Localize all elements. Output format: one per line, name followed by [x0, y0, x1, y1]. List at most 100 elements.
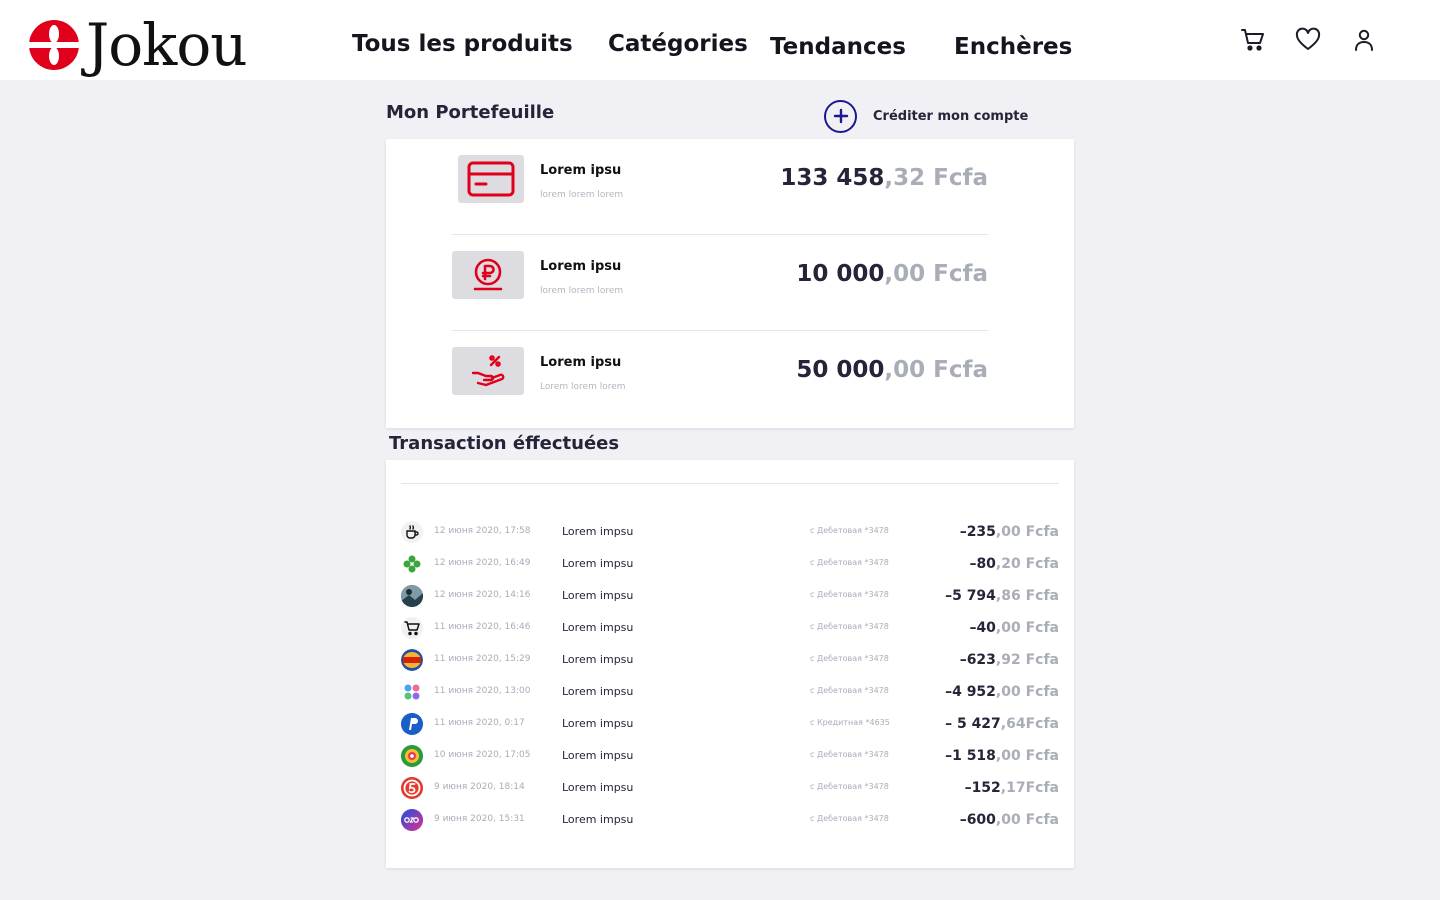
account-subtitle: Lorem lorem lorem — [540, 382, 626, 392]
nav-all-products[interactable]: Tous les produits — [352, 31, 573, 57]
transaction-card: с Дебетовая *3478 — [810, 622, 889, 631]
transaction-amount-decimal: ,00 Fcfa — [995, 684, 1059, 700]
transaction-amount: –40,00 Fcfa — [969, 620, 1059, 636]
account-subtitle: lorem lorem lorem — [540, 190, 624, 200]
nav-categories[interactable]: Catégories — [608, 31, 748, 57]
credit-account-label: Créditer mon compte — [873, 108, 1029, 124]
heart-icon[interactable] — [1294, 26, 1322, 54]
account-amount-decimal: ,00 Fcfa — [884, 261, 988, 287]
transaction-card: с Дебетовая *3478 — [810, 750, 889, 759]
coin-icon — [452, 251, 524, 299]
transaction-date: 9 июня 2020, 15:31 — [434, 814, 525, 824]
paypal-logo-icon — [401, 713, 423, 735]
burger-king-logo-icon — [401, 649, 423, 671]
transaction-amount-decimal: ,17Fcfa — [1000, 780, 1059, 796]
transaction-row[interactable]: 12 июня 2020, 17:58 Lorem impsu с Дебето… — [401, 516, 1059, 548]
transaction-row[interactable]: 11 июня 2020, 16:46 Lorem impsu с Дебето… — [401, 612, 1059, 644]
transaction-card: с Дебетовая *3478 — [810, 782, 889, 791]
brand-mark-icon — [28, 19, 80, 71]
photo-avatar-icon — [401, 585, 423, 607]
transaction-date: 12 июня 2020, 16:49 — [434, 558, 531, 568]
five-logo-icon — [401, 777, 423, 799]
colorful-circle-logo-icon — [401, 745, 423, 767]
transaction-row[interactable]: 11 июня 2020, 0:17 Lorem impsu с Кредитн… — [401, 708, 1059, 740]
transaction-amount-decimal: ,20 Fcfa — [995, 556, 1059, 572]
account-amount-integer: 10 000 — [796, 261, 885, 287]
nav-auctions[interactable]: Enchères — [954, 34, 1072, 60]
transaction-label: Lorem impsu — [562, 685, 634, 698]
transaction-row[interactable]: 9 июня 2020, 15:31 Lorem impsu с Дебетов… — [401, 804, 1059, 836]
transaction-amount-decimal: ,92 Fcfa — [995, 652, 1059, 668]
transaction-date: 11 июня 2020, 13:00 — [434, 686, 531, 696]
transaction-row[interactable]: 11 июня 2020, 13:00 Lorem impsu с Дебето… — [401, 676, 1059, 708]
account-name: Lorem ipsu — [540, 259, 622, 274]
transaction-amount: –235,00 Fcfa — [960, 524, 1059, 540]
transactions-card: 12 июня 2020, 17:58 Lorem impsu с Дебето… — [386, 460, 1074, 868]
credit-account-button[interactable]: Créditer mon compte — [824, 99, 1029, 133]
transaction-amount: – 5 427,64Fcfa — [945, 716, 1059, 732]
transaction-amount-integer: –152 — [964, 780, 1001, 796]
transaction-label: Lorem impsu — [562, 557, 634, 570]
transaction-amount-integer: –4 952 — [945, 684, 996, 700]
divider — [401, 483, 1059, 484]
coffee-icon — [401, 521, 423, 543]
account-amount: 133 458,32 Fcfa — [780, 165, 988, 191]
transaction-card: с Кредитная *4635 — [810, 718, 890, 727]
user-icon[interactable] — [1350, 26, 1378, 54]
transaction-row[interactable]: 11 июня 2020, 15:29 Lorem impsu с Дебето… — [401, 644, 1059, 676]
account-subtitle: lorem lorem lorem — [540, 286, 624, 296]
account-amount: 50 000,00 Fcfa — [796, 357, 988, 383]
transaction-row[interactable]: 12 июня 2020, 14:16 Lorem impsu с Дебето… — [401, 580, 1059, 612]
transaction-amount: –623,92 Fcfa — [960, 652, 1059, 668]
transaction-amount-integer: –600 — [959, 812, 996, 828]
cashback-hand-icon — [452, 347, 524, 395]
cart-icon[interactable] — [1239, 26, 1267, 54]
credit-card-icon — [458, 155, 524, 203]
transaction-label: Lorem impsu — [562, 621, 634, 634]
transaction-amount-decimal: ,00 Fcfa — [995, 812, 1059, 828]
transaction-row[interactable]: 9 июня 2020, 18:14 Lorem impsu с Дебетов… — [401, 772, 1059, 804]
transaction-card: с Дебетовая *3478 — [810, 686, 889, 695]
account-amount-decimal: ,32 Fcfa — [884, 165, 988, 191]
shopping-cart-icon — [401, 617, 423, 639]
transaction-date: 10 июня 2020, 17:05 — [434, 750, 531, 760]
transaction-date: 11 июня 2020, 0:17 — [434, 718, 525, 728]
transaction-amount-decimal: ,86 Fcfa — [995, 588, 1059, 604]
transaction-card: с Дебетовая *3478 — [810, 654, 889, 663]
transaction-amount-integer: –40 — [969, 620, 996, 636]
account-row[interactable]: Lorem ipsu lorem lorem lorem 10 000,00 F… — [452, 235, 988, 331]
transaction-label: Lorem impsu — [562, 749, 634, 762]
transaction-amount-decimal: ,00 Fcfa — [995, 524, 1059, 540]
transaction-amount-integer: –235 — [959, 524, 996, 540]
account-name: Lorem ipsu — [540, 163, 622, 178]
transactions-title: Transaction éffectuées — [389, 433, 620, 454]
transaction-row[interactable]: 10 июня 2020, 17:05 Lorem impsu с Дебето… — [401, 740, 1059, 772]
wallet-title: Mon Portefeuille — [386, 102, 555, 123]
transaction-amount: –80,20 Fcfa — [969, 556, 1059, 572]
transaction-amount-decimal: ,00 Fcfa — [995, 748, 1059, 764]
wallet-card: Lorem ipsu lorem lorem lorem 133 458,32 … — [386, 139, 1074, 428]
transaction-amount: –4 952,00 Fcfa — [945, 684, 1059, 700]
transaction-date: 12 июня 2020, 17:58 — [434, 526, 531, 536]
transaction-amount: –5 794,86 Fcfa — [945, 588, 1059, 604]
transaction-date: 12 июня 2020, 14:16 — [434, 590, 531, 600]
transaction-card: с Дебетовая *3478 — [810, 526, 889, 535]
account-amount: 10 000,00 Fcfa — [796, 261, 988, 287]
ozon-logo-icon — [401, 809, 423, 831]
transaction-card: с Дебетовая *3478 — [810, 814, 889, 823]
transaction-amount-integer: –1 518 — [945, 748, 996, 764]
transaction-date: 11 июня 2020, 15:29 — [434, 654, 531, 664]
transaction-amount-integer: –623 — [959, 652, 996, 668]
transaction-row[interactable]: 12 июня 2020, 16:49 Lorem impsu с Дебето… — [401, 548, 1059, 580]
account-row[interactable]: Lorem ipsu lorem lorem lorem 133 458,32 … — [452, 139, 988, 235]
transaction-amount: –1 518,00 Fcfa — [945, 748, 1059, 764]
account-row[interactable]: Lorem ipsu Lorem lorem lorem 50 000,00 F… — [452, 331, 988, 427]
transaction-label: Lorem impsu — [562, 813, 634, 826]
transaction-amount-decimal: ,64Fcfa — [1000, 716, 1059, 732]
transaction-amount: –600,00 Fcfa — [960, 812, 1059, 828]
account-name: Lorem ipsu — [540, 355, 622, 370]
brand-logo[interactable]: Jokou — [28, 12, 248, 78]
transaction-card: с Дебетовая *3478 — [810, 590, 889, 599]
transaction-label: Lorem impsu — [562, 781, 634, 794]
nav-trends[interactable]: Tendances — [770, 34, 906, 60]
